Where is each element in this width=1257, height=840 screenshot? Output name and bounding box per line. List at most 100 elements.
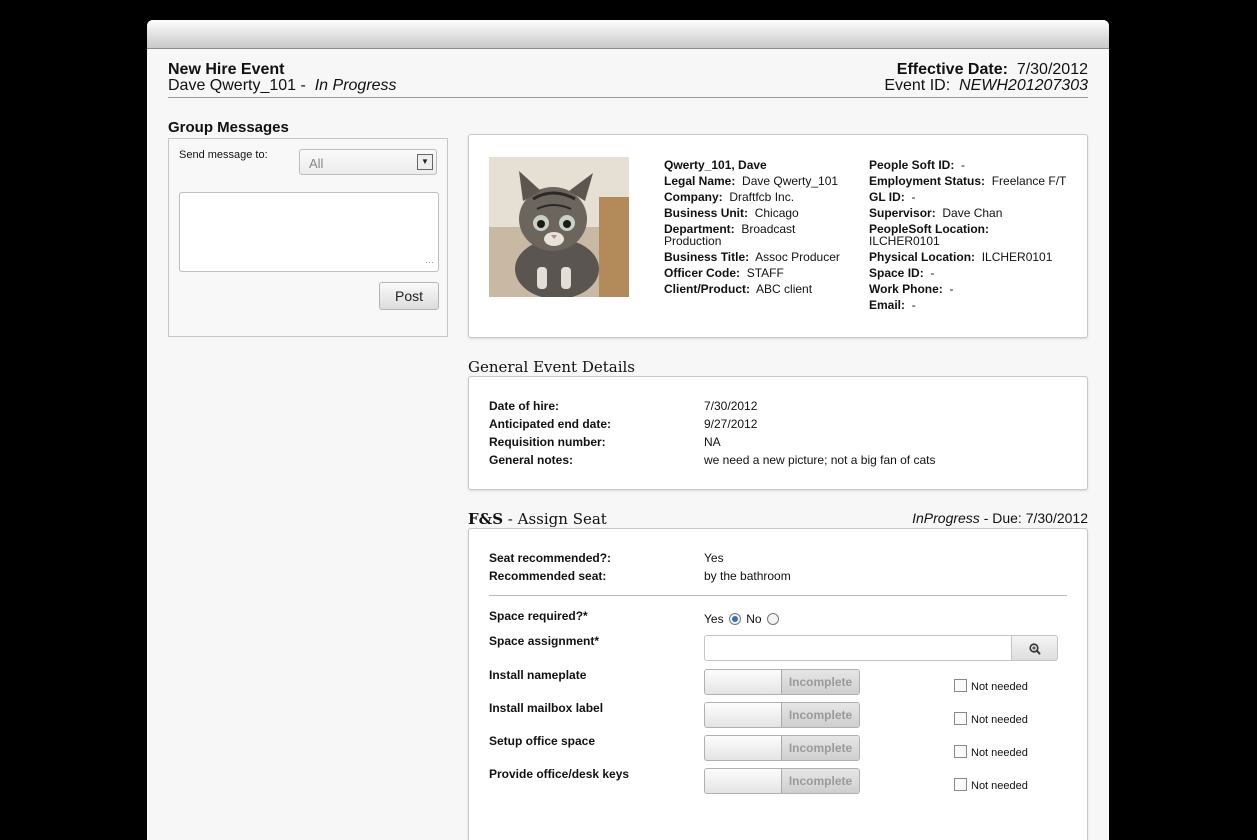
kitten-image: [489, 157, 629, 297]
employee-name: Dave Qwerty_101: [168, 77, 297, 94]
no-label: No: [746, 612, 762, 626]
field-value: -: [949, 282, 954, 296]
event-id-value: NEWH201207303: [959, 77, 1088, 94]
assign-seat-status: InProgress - Due: 7/30/2012: [912, 510, 1088, 526]
not-needed-option[interactable]: Not needed: [954, 778, 1028, 792]
general-details-panel: Date of hire: 7/30/2012 Anticipated end …: [468, 376, 1088, 490]
field-value: -: [911, 190, 916, 204]
recipient-select[interactable]: All ▼: [299, 149, 437, 175]
magnifier-plus-icon: [1029, 643, 1041, 655]
field-label: Email:: [869, 298, 906, 312]
profile-column-right: People Soft ID: - Employment Status: Fre…: [869, 157, 1069, 313]
profile-column-left: Qwerty_101, Dave Legal Name: Dave Qwerty…: [664, 157, 854, 297]
field-value: Dave Chan: [942, 206, 1003, 220]
detail-value: NA: [704, 435, 721, 449]
group-messages-panel: Send message to: All ▼ ⋯ Post: [168, 138, 448, 337]
field-value: Assoc Producer: [755, 250, 840, 264]
space-required-label: Space required?*: [489, 609, 588, 623]
message-textarea[interactable]: ⋯: [179, 192, 439, 272]
assign-seat-title-rest: - Assign Seat: [503, 510, 607, 528]
detail-label: Date of hire:: [489, 399, 560, 413]
employee-photo: [489, 157, 629, 297]
field-value: ILCHER0101: [981, 250, 1053, 264]
space-search-button[interactable]: [1012, 635, 1058, 661]
not-needed-option[interactable]: Not needed: [954, 712, 1028, 726]
field-label: Legal Name:: [664, 174, 736, 188]
employee-profile-card: Qwerty_101, Dave Legal Name: Dave Qwerty…: [468, 134, 1088, 338]
header-divider: [168, 97, 1088, 98]
field-label: Client/Product:: [664, 282, 750, 296]
field-label: Physical Location:: [869, 250, 976, 264]
toggle-knob[interactable]: [705, 703, 782, 727]
field-label: Employment Status:: [869, 174, 986, 188]
triangle-down-icon[interactable]: ▼: [417, 154, 433, 170]
space-required-radios: Yes No: [704, 612, 781, 626]
task-toggle[interactable]: Incomplete: [704, 669, 860, 695]
not-needed-label: Not needed: [971, 780, 1028, 792]
event-id: Event ID: NEWH201207303: [884, 77, 1088, 95]
space-assignment-label: Space assignment*: [489, 634, 600, 648]
field-label: Officer Code:: [664, 266, 741, 280]
field-label: Business Title:: [664, 250, 750, 264]
toggle-knob[interactable]: [705, 769, 782, 793]
profile-name-text: Qwerty_101, Dave: [664, 158, 767, 172]
profile-field: PeopleSoft Location: ILCHER0101: [869, 221, 1069, 249]
toggle-knob[interactable]: [705, 736, 782, 760]
recommended-seat-label: Recommended seat:: [489, 569, 607, 583]
app-window: New Hire Event Dave Qwerty_101 - In Prog…: [147, 20, 1109, 840]
profile-field: GL ID: -: [869, 189, 1069, 205]
profile-field: People Soft ID: -: [869, 157, 1069, 173]
profile-field: Physical Location: ILCHER0101: [869, 249, 1069, 265]
profile-field: Company: Draftfcb Inc.: [664, 189, 854, 205]
task-toggle[interactable]: Incomplete: [704, 768, 860, 794]
group-messages-title: Group Messages: [168, 119, 289, 136]
not-needed-label: Not needed: [971, 747, 1028, 759]
field-value: -: [930, 266, 935, 280]
task-toggle[interactable]: Incomplete: [704, 702, 860, 728]
yes-radio[interactable]: [728, 613, 741, 625]
not-needed-checkbox[interactable]: [954, 778, 967, 791]
field-value: -: [961, 158, 966, 172]
not-needed-checkbox[interactable]: [954, 745, 967, 758]
event-id-label: Event ID:: [884, 77, 951, 94]
section-divider: [489, 595, 1067, 596]
not-needed-checkbox[interactable]: [954, 712, 967, 725]
field-label: Supervisor:: [869, 206, 936, 220]
profile-field: Email: -: [869, 297, 1069, 313]
not-needed-option[interactable]: Not needed: [954, 745, 1028, 759]
field-value: Freelance F/T: [991, 174, 1067, 188]
not-needed-option[interactable]: Not needed: [954, 679, 1028, 693]
field-label: GL ID:: [869, 190, 905, 204]
not-needed-label: Not needed: [971, 681, 1028, 693]
field-label: Work Phone:: [869, 282, 943, 296]
profile-field: Legal Name: Dave Qwerty_101: [664, 173, 854, 189]
recipient-selected: All: [309, 156, 324, 171]
separator: -: [296, 77, 311, 94]
field-label: Business Unit:: [664, 206, 749, 220]
profile-field: Work Phone: -: [869, 281, 1069, 297]
task-toggle[interactable]: Incomplete: [704, 735, 860, 761]
field-value: Draftfcb Inc.: [729, 190, 795, 204]
recommended-seat-value: by the bathroom: [704, 569, 791, 583]
assign-seat-title: F&S - Assign Seat: [468, 510, 607, 528]
field-value: ABC client: [756, 282, 813, 296]
task-label: Install nameplate: [489, 668, 587, 682]
profile-field: Business Title: Assoc Producer: [664, 249, 854, 265]
field-value: STAFF: [746, 266, 784, 280]
profile-field: Officer Code: STAFF: [664, 265, 854, 281]
post-button[interactable]: Post: [379, 282, 439, 310]
toggle-knob[interactable]: [705, 670, 782, 694]
yes-label: Yes: [704, 612, 724, 626]
task-status: InProgress: [912, 510, 980, 526]
toggle-state: Incomplete: [782, 670, 859, 694]
no-radio[interactable]: [766, 613, 779, 625]
detail-label: General notes:: [489, 453, 574, 467]
task-due: - Due: 7/30/2012: [979, 510, 1088, 526]
not-needed-checkbox[interactable]: [954, 679, 967, 692]
seat-recommended-label: Seat recommended?:: [489, 551, 612, 565]
resize-grip-icon[interactable]: ⋯: [425, 257, 434, 268]
seat-recommended-value: Yes: [704, 551, 724, 565]
space-assignment-input[interactable]: [704, 635, 1012, 661]
detail-value: 9/27/2012: [704, 417, 758, 431]
toggle-state: Incomplete: [782, 736, 859, 760]
